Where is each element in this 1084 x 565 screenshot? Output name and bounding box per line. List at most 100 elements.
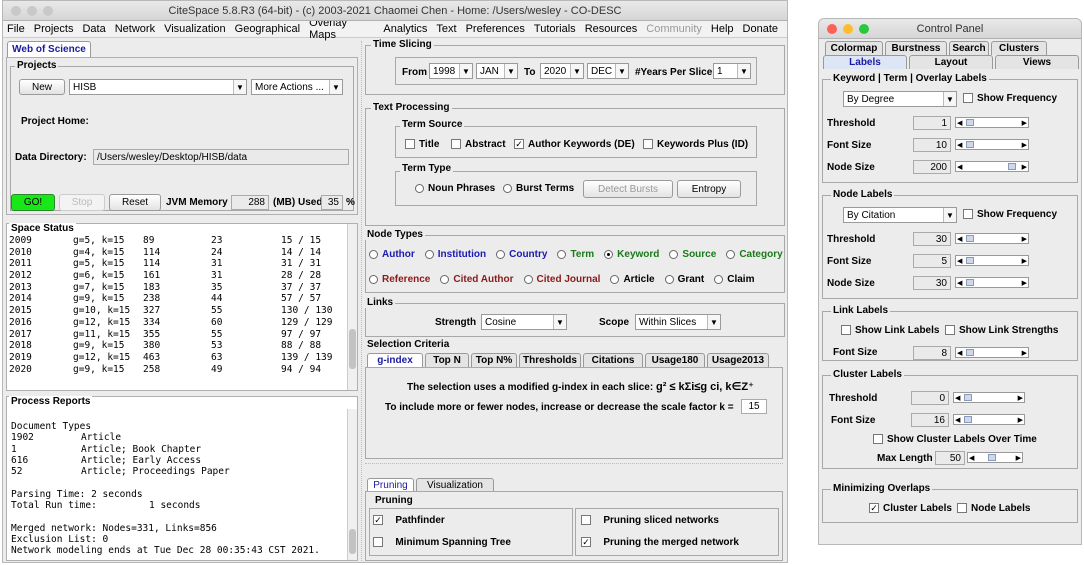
node-show-frequency-checkbox[interactable]: Show Frequency: [963, 209, 1057, 220]
menu-item-text[interactable]: Text: [436, 23, 456, 35]
tab-views[interactable]: Views: [995, 55, 1079, 69]
node-threshold-slider[interactable]: ◀ ▶: [955, 233, 1029, 244]
menu-item-analytics[interactable]: Analytics: [383, 23, 427, 35]
cluster-over-time-checkbox[interactable]: Show Cluster Labels Over Time: [873, 434, 1037, 445]
burst-terms-radio[interactable]: Burst Terms: [503, 183, 574, 194]
tab-search[interactable]: Search: [949, 41, 989, 55]
zoom-icon[interactable]: [43, 6, 53, 16]
scope-select[interactable]: Within Slices ▼: [635, 314, 721, 330]
to-month-select[interactable]: DEC ▼: [587, 63, 629, 79]
more-actions-select[interactable]: More Actions ... ▼: [251, 79, 343, 95]
node-type-term-radio[interactable]: Term: [557, 249, 594, 260]
tab-usage2013[interactable]: Usage2013: [707, 353, 769, 367]
cluster-font-size-slider[interactable]: ◀ ▶: [953, 414, 1025, 425]
pruning-merged-checkbox[interactable]: ✓ Pruning the merged network: [581, 537, 739, 548]
node-type-keyword-radio[interactable]: Keyword: [604, 249, 659, 260]
pathfinder-checkbox[interactable]: ✓ Pathfinder: [373, 515, 445, 526]
menu-item-visualization[interactable]: Visualization: [164, 23, 226, 35]
mst-checkbox[interactable]: Minimum Spanning Tree: [373, 537, 511, 548]
menu-item-tutorials[interactable]: Tutorials: [534, 23, 576, 35]
link-font-size-field[interactable]: 8: [913, 346, 951, 360]
from-year-select[interactable]: 1998 ▼: [429, 63, 473, 79]
minimize-icon[interactable]: [843, 24, 853, 34]
zoom-icon[interactable]: [859, 24, 869, 34]
node-type-grant-radio[interactable]: Grant: [664, 274, 704, 285]
strength-select[interactable]: Cosine ▼: [481, 314, 567, 330]
noun-phrases-radio[interactable]: Noun Phrases: [415, 183, 495, 194]
overlap-cluster-labels-checkbox[interactable]: ✓ Cluster Labels: [869, 503, 952, 514]
show-link-strengths-checkbox[interactable]: Show Link Strengths: [945, 325, 1058, 336]
node-node-size-field[interactable]: 30: [913, 276, 951, 290]
go-button[interactable]: GO!: [11, 194, 55, 211]
kw-show-frequency-checkbox[interactable]: Show Frequency: [963, 93, 1057, 104]
kw-font-size-slider[interactable]: ◀ ▶: [955, 139, 1029, 150]
tab-pruning[interactable]: Pruning: [367, 478, 414, 492]
menu-item-network[interactable]: Network: [115, 23, 155, 35]
cluster-threshold-slider[interactable]: ◀ ▶: [953, 392, 1025, 403]
node-node-size-slider[interactable]: ◀ ▶: [955, 277, 1029, 288]
tab-thresholds[interactable]: Thresholds: [519, 353, 581, 367]
node-type-author-radio[interactable]: Author: [369, 249, 415, 260]
minimize-icon[interactable]: [27, 6, 37, 16]
tab-colormap[interactable]: Colormap: [825, 41, 883, 55]
max-length-slider[interactable]: ◀ ▶: [967, 452, 1023, 463]
kw-labels-mode-select[interactable]: By Degree ▼: [843, 91, 957, 107]
tab-web-of-science[interactable]: Web of Science: [7, 41, 91, 57]
kw-threshold-slider[interactable]: ◀ ▶: [955, 117, 1029, 128]
tab-visualization[interactable]: Visualization: [416, 478, 494, 492]
tab-labels[interactable]: Labels: [823, 55, 907, 69]
kw-node-size-slider[interactable]: ◀ ▶: [955, 161, 1029, 172]
node-labels-mode-select[interactable]: By Citation ▼: [843, 207, 957, 223]
node-type-reference-radio[interactable]: Reference: [369, 274, 430, 285]
show-link-labels-checkbox[interactable]: Show Link Labels: [841, 325, 939, 336]
entropy-button[interactable]: Entropy: [677, 180, 741, 198]
close-icon[interactable]: [11, 6, 21, 16]
title-checkbox[interactable]: Title: [405, 139, 439, 150]
link-font-size-slider[interactable]: ◀ ▶: [955, 347, 1029, 358]
keywords-plus-checkbox[interactable]: Keywords Plus (ID): [643, 139, 748, 150]
process-reports-scrollbar[interactable]: [347, 409, 357, 560]
space-status-scrollbar[interactable]: [347, 224, 357, 390]
node-type-article-radio[interactable]: Article: [610, 274, 655, 285]
node-font-size-field[interactable]: 5: [913, 254, 951, 268]
kw-threshold-field[interactable]: 1: [913, 116, 951, 130]
kw-node-size-field[interactable]: 200: [913, 160, 951, 174]
author-keywords-checkbox[interactable]: ✓ Author Keywords (DE): [514, 139, 635, 150]
tab-clusters[interactable]: Clusters: [991, 41, 1047, 55]
menu-item-file[interactable]: File: [7, 23, 25, 35]
from-month-select[interactable]: JAN ▼: [476, 63, 518, 79]
project-select[interactable]: HISB ▼: [69, 79, 247, 95]
close-icon[interactable]: [827, 24, 837, 34]
overlap-node-labels-checkbox[interactable]: Node Labels: [957, 503, 1030, 514]
to-year-select[interactable]: 2020 ▼: [540, 63, 584, 79]
new-project-button[interactable]: New: [19, 79, 65, 95]
menu-item-data[interactable]: Data: [82, 23, 105, 35]
tab-burstness[interactable]: Burstness: [885, 41, 947, 55]
scale-factor-input[interactable]: 15: [741, 399, 767, 414]
menu-item-geographical[interactable]: Geographical: [235, 23, 300, 35]
node-type-cited-author-radio[interactable]: Cited Author: [440, 274, 514, 285]
abstract-checkbox[interactable]: Abstract: [451, 139, 506, 150]
cluster-font-size-field[interactable]: 16: [911, 413, 949, 427]
node-type-country-radio[interactable]: Country: [496, 249, 547, 260]
years-per-slice-select[interactable]: 1 ▼: [713, 63, 751, 79]
tab-top-n[interactable]: Top N: [425, 353, 469, 367]
tab-g-index[interactable]: g-index: [367, 353, 423, 367]
splitter-2[interactable]: [365, 463, 783, 475]
node-font-size-slider[interactable]: ◀ ▶: [955, 255, 1029, 266]
max-length-field[interactable]: 50: [935, 451, 965, 465]
node-type-claim-radio[interactable]: Claim: [714, 274, 754, 285]
menu-item-preferences[interactable]: Preferences: [466, 23, 525, 35]
menu-item-community[interactable]: Community: [646, 23, 702, 35]
tab-layout[interactable]: Layout: [909, 55, 993, 69]
tab-citations[interactable]: Citations: [583, 353, 643, 367]
pruning-sliced-checkbox[interactable]: Pruning sliced networks: [581, 515, 719, 526]
node-type-cited-journal-radio[interactable]: Cited Journal: [523, 274, 600, 285]
node-threshold-field[interactable]: 30: [913, 232, 951, 246]
cluster-threshold-field[interactable]: 0: [911, 391, 949, 405]
kw-font-size-field[interactable]: 10: [913, 138, 951, 152]
tab-top-n-[interactable]: Top N%: [471, 353, 517, 367]
node-type-category-radio[interactable]: Category: [726, 249, 783, 260]
node-type-institution-radio[interactable]: Institution: [424, 249, 486, 260]
splitter[interactable]: [361, 41, 364, 561]
